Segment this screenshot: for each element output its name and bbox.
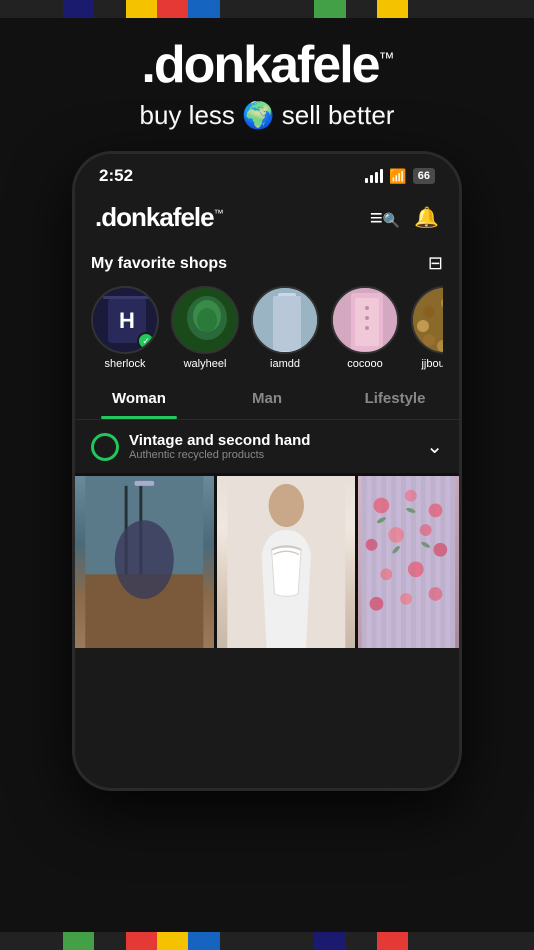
shops-row: H ✓ sherlock walyheel iamdd cocooo (91, 286, 443, 370)
product-card-2[interactable] (217, 476, 356, 648)
shop-name: walyheel (184, 358, 227, 370)
trademark: ™ (379, 51, 393, 68)
logo-text: .donkafele (141, 36, 378, 94)
pixel-segment (0, 932, 63, 950)
tab-woman[interactable]: Woman (75, 378, 203, 419)
pixel-segment (188, 932, 219, 950)
phone-mockup: 2:52 📶 66 .donkafele™ ≡🔍 🔔 My favorite s… (72, 151, 462, 791)
pixel-segment (408, 0, 534, 18)
shop-name: sherlock (105, 358, 146, 370)
product-card-1[interactable] (75, 476, 214, 648)
bell-icon[interactable]: 🔔 (414, 205, 439, 230)
verified-badge: ✓ (137, 332, 155, 350)
pixel-segment (157, 0, 188, 18)
pixel-segment (314, 0, 345, 18)
section-header: My favorite shops ⊟ (91, 253, 443, 274)
status-time: 2:52 (99, 166, 133, 186)
tab-man[interactable]: Man (203, 378, 331, 419)
category-section: Vintage and second hand Authentic recycl… (75, 420, 459, 473)
product-image-2 (217, 476, 356, 648)
pixel-segment (377, 932, 408, 950)
svg-text:H: H (119, 308, 135, 333)
pixel-segment (94, 0, 125, 18)
phone-navbar: .donkafele™ ≡🔍 🔔 (75, 194, 459, 245)
category-info: Vintage and second hand Authentic recycl… (129, 432, 310, 461)
app-logo: .donkafele™ (0, 35, 534, 95)
category-title: Vintage and second hand (129, 432, 310, 449)
green-circle-icon (91, 433, 119, 461)
phone-app-logo: .donkafele™ (95, 202, 223, 233)
pixel-segment (314, 932, 345, 950)
pixel-border-top (0, 0, 534, 18)
shop-name: iamdd (270, 358, 300, 370)
product-image-1 (75, 476, 214, 648)
shop-name: jjboutique (421, 358, 443, 370)
category-tabs: WomanManLifestyle (75, 378, 459, 420)
shop-name: cocooo (347, 358, 382, 370)
pixel-segment (377, 0, 408, 18)
product-card-3[interactable] (358, 476, 459, 648)
shop-item-sherlock[interactable]: H ✓ sherlock (91, 286, 159, 370)
favorite-shops-section: My favorite shops ⊟ H ✓ sherlock walyheel… (75, 245, 459, 378)
status-bar: 2:52 📶 66 (75, 154, 459, 194)
pixel-border-bottom (0, 932, 534, 950)
pixel-segment (63, 0, 94, 18)
menu-search-icon[interactable]: ≡🔍 (370, 205, 400, 231)
tab-lifestyle[interactable]: Lifestyle (331, 378, 459, 419)
product-image-3 (358, 476, 459, 648)
section-title: My favorite shops (91, 255, 227, 273)
chevron-down-icon[interactable]: ⌄ (426, 434, 443, 459)
shop-item-jjboutique[interactable]: jjboutique (411, 286, 443, 370)
shop-item-iamdd[interactable]: iamdd (251, 286, 319, 370)
signal-bars-icon (365, 169, 383, 183)
shop-item-cocooo[interactable]: cocooo (331, 286, 399, 370)
pixel-segment (188, 0, 219, 18)
app-header: .donkafele™ buy less 🌍 sell better (0, 0, 534, 151)
pixel-segment (94, 932, 125, 950)
shop-item-walyheel[interactable]: walyheel (171, 286, 239, 370)
pixel-segment (220, 932, 314, 950)
nav-icons: ≡🔍 🔔 (370, 205, 439, 231)
pixel-segment (220, 0, 314, 18)
pixel-segment (346, 932, 377, 950)
pixel-segment (408, 932, 534, 950)
battery-badge: 66 (413, 168, 435, 184)
pixel-segment (0, 0, 63, 18)
category-left: Vintage and second hand Authentic recycl… (91, 432, 310, 461)
pixel-segment (346, 0, 377, 18)
filter-icon[interactable]: ⊟ (428, 253, 443, 274)
status-icons: 📶 66 (365, 168, 435, 185)
app-tagline: buy less 🌍 sell better (0, 100, 534, 131)
pixel-segment (63, 932, 94, 950)
wifi-icon: 📶 (389, 168, 406, 185)
pixel-segment (126, 932, 157, 950)
pixel-segment (126, 0, 157, 18)
product-grid (75, 473, 459, 648)
pixel-segment (157, 932, 188, 950)
category-subtitle: Authentic recycled products (129, 449, 310, 461)
